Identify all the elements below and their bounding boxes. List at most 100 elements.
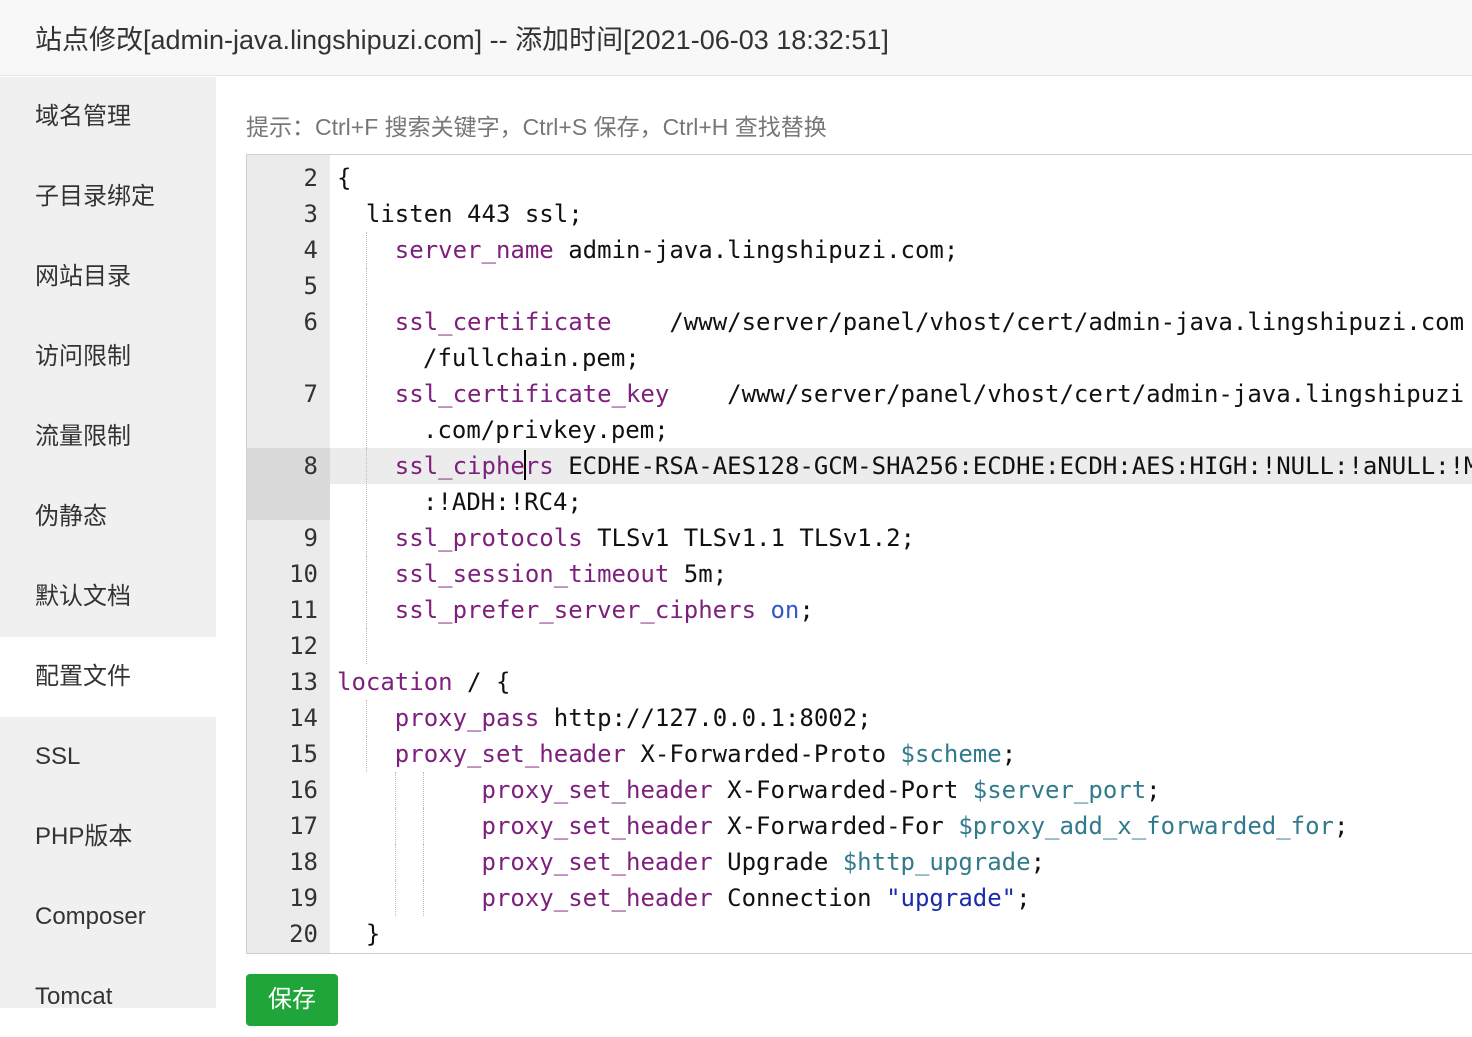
code-line[interactable]: 18 proxy_set_header Upgrade $http_upgrad… xyxy=(247,844,1472,880)
code-text: ssl_certificate /www/server/panel/vhost/… xyxy=(337,304,1464,340)
token-kw: ssl_prefer_server_ciphers xyxy=(394,596,757,624)
indent-guide xyxy=(366,268,367,304)
code-line[interactable]: 10 ssl_session_timeout 5m; xyxy=(247,556,1472,592)
line-number: 2 xyxy=(303,164,318,192)
save-button[interactable]: 保存 xyxy=(246,974,338,1026)
code-line[interactable]: 11 ssl_prefer_server_ciphers on; xyxy=(247,592,1472,628)
code-line[interactable]: 4 server_name admin-java.lingshipuzi.com… xyxy=(247,232,1472,268)
token-var: $proxy_add_x_forwarded_for xyxy=(958,812,1335,840)
text-cursor xyxy=(523,450,526,480)
code-line[interactable]: 5 xyxy=(247,268,1472,304)
code-line[interactable]: 3 listen 443 ssl; xyxy=(247,196,1472,232)
token-kw: server_name xyxy=(394,236,554,264)
code-text: ssl_prefer_server_ciphers on; xyxy=(337,592,814,628)
token: X-Forwarded-Port xyxy=(712,776,973,804)
code-line[interactable]: 6 ssl_certificate /www/server/panel/vhos… xyxy=(247,304,1472,376)
line-number: 15 xyxy=(289,740,318,768)
code-line[interactable]: 14 proxy_pass http://127.0.0.1:8002; xyxy=(247,700,1472,736)
code-text: ssl_protocols TLSv1 TLSv1.1 TLSv1.2; xyxy=(337,520,915,556)
sidebar-item-composer[interactable]: Composer xyxy=(0,877,216,957)
code-line[interactable]: 2{ xyxy=(247,160,1472,196)
token: X-Forwarded-For xyxy=(712,812,959,840)
token: ECDHE-RSA-AES128-GCM-SHA256:ECDHE:ECDH:A… xyxy=(553,452,1472,480)
line-number: 9 xyxy=(303,524,318,552)
token: http://127.0.0.1:8002; xyxy=(539,704,872,732)
code-line[interactable]: 8 ssl_ciphers ECDHE-RSA-AES128-GCM-SHA25… xyxy=(247,448,1472,520)
code-text: ssl_certificate_key /www/server/panel/vh… xyxy=(337,376,1464,412)
token-kw: ssl_ciphe xyxy=(394,452,525,480)
sidebar-item-subdirectory-binding[interactable]: 子目录绑定 xyxy=(0,157,216,237)
token: TLSv1 TLSv1.1 TLSv1.2; xyxy=(582,524,915,552)
sidebar-item-url-rewrite[interactable]: 伪静态 xyxy=(0,477,216,557)
code-line[interactable]: 20 } xyxy=(247,916,1472,952)
token-var: $server_port xyxy=(972,776,1147,804)
token: X-Forwarded-Proto xyxy=(625,740,901,768)
token: ; xyxy=(799,596,814,624)
token: Connection xyxy=(712,884,887,912)
token-var: $scheme xyxy=(900,740,1002,768)
code-line[interactable]: 12 xyxy=(247,628,1472,664)
token: ; xyxy=(1146,776,1161,804)
token-kw: proxy_set_header xyxy=(481,812,713,840)
line-number: 3 xyxy=(303,200,318,228)
line-number: 12 xyxy=(289,632,318,660)
sidebar-item-ssl[interactable]: SSL xyxy=(0,717,216,797)
code-line[interactable]: 17 proxy_set_header X-Forwarded-For $pro… xyxy=(247,808,1472,844)
code-line[interactable]: 7 ssl_certificate_key /www/server/panel/… xyxy=(247,376,1472,448)
line-number: 10 xyxy=(289,560,318,588)
sidebar-item-tomcat[interactable]: Tomcat xyxy=(0,957,216,1037)
sidebar-item-site-directory[interactable]: 网站目录 xyxy=(0,237,216,317)
token: ; xyxy=(1016,884,1031,912)
sidebar-item-traffic-limit[interactable]: 流量限制 xyxy=(0,397,216,477)
line-number: 6 xyxy=(303,308,318,336)
sidebar-item-config-file[interactable]: 配置文件 xyxy=(0,637,216,717)
line-number: 13 xyxy=(289,668,318,696)
config-code-editor[interactable]: 2{3 listen 443 ssl; 4 server_name admin-j… xyxy=(246,154,1472,954)
token-kw: ssl_protocols xyxy=(394,524,583,552)
token-kw: proxy_set_header xyxy=(481,776,713,804)
editor-hint: 提示：Ctrl+F 搜索关键字，Ctrl+S 保存，Ctrl+H 查找替换 xyxy=(246,114,827,140)
code-line[interactable]: 9 ssl_protocols TLSv1 TLSv1.1 TLSv1.2; xyxy=(247,520,1472,556)
token: Upgrade xyxy=(712,848,843,876)
token: /www/server/panel/vhost/cert/admin-java.… xyxy=(611,308,1465,336)
token: / { xyxy=(452,668,511,696)
code-text: proxy_set_header Connection "upgrade"; xyxy=(337,880,1031,916)
token: 5m; xyxy=(669,560,728,588)
line-number: 18 xyxy=(289,848,318,876)
code-line[interactable]: 13 location / { xyxy=(247,664,1472,700)
code-lines[interactable]: 2{3 listen 443 ssl; 4 server_name admin-j… xyxy=(247,160,1472,952)
code-line[interactable]: 15 proxy_set_header X-Forwarded-Proto $s… xyxy=(247,736,1472,772)
code-text: } xyxy=(337,916,380,952)
wrapped-code-text: :!ADH:!RC4; xyxy=(423,488,582,516)
token-var: $http_upgrade xyxy=(842,848,1031,876)
token: } xyxy=(337,920,381,948)
sidebar-item-php-version[interactable]: PHP版本 xyxy=(0,797,216,877)
sidebar-item-access-restriction[interactable]: 访问限制 xyxy=(0,317,216,397)
token: ; xyxy=(1030,848,1046,876)
token-str: "upgrade" xyxy=(886,884,1017,912)
code-line[interactable]: 16 proxy_set_header X-Forwarded-Port $se… xyxy=(247,772,1472,808)
code-line[interactable]: 19 proxy_set_header Connection "upgrade"… xyxy=(247,880,1472,916)
line-number: 17 xyxy=(289,812,318,840)
line-number: 14 xyxy=(289,704,318,732)
token-kw: location xyxy=(337,668,453,696)
sidebar-item-default-document[interactable]: 默认文档 xyxy=(0,557,216,637)
code-text: proxy_set_header X-Forwarded-For $proxy_… xyxy=(337,808,1349,844)
window-titlebar: 站点修改[admin-java.lingshipuzi.com] -- 添加时间… xyxy=(0,0,1472,76)
code-text: listen 443 ssl; xyxy=(337,196,583,232)
token: ; xyxy=(1334,812,1349,840)
line-number: 8 xyxy=(247,448,330,520)
sidebar-item-domain-management[interactable]: 域名管理 xyxy=(0,77,216,157)
